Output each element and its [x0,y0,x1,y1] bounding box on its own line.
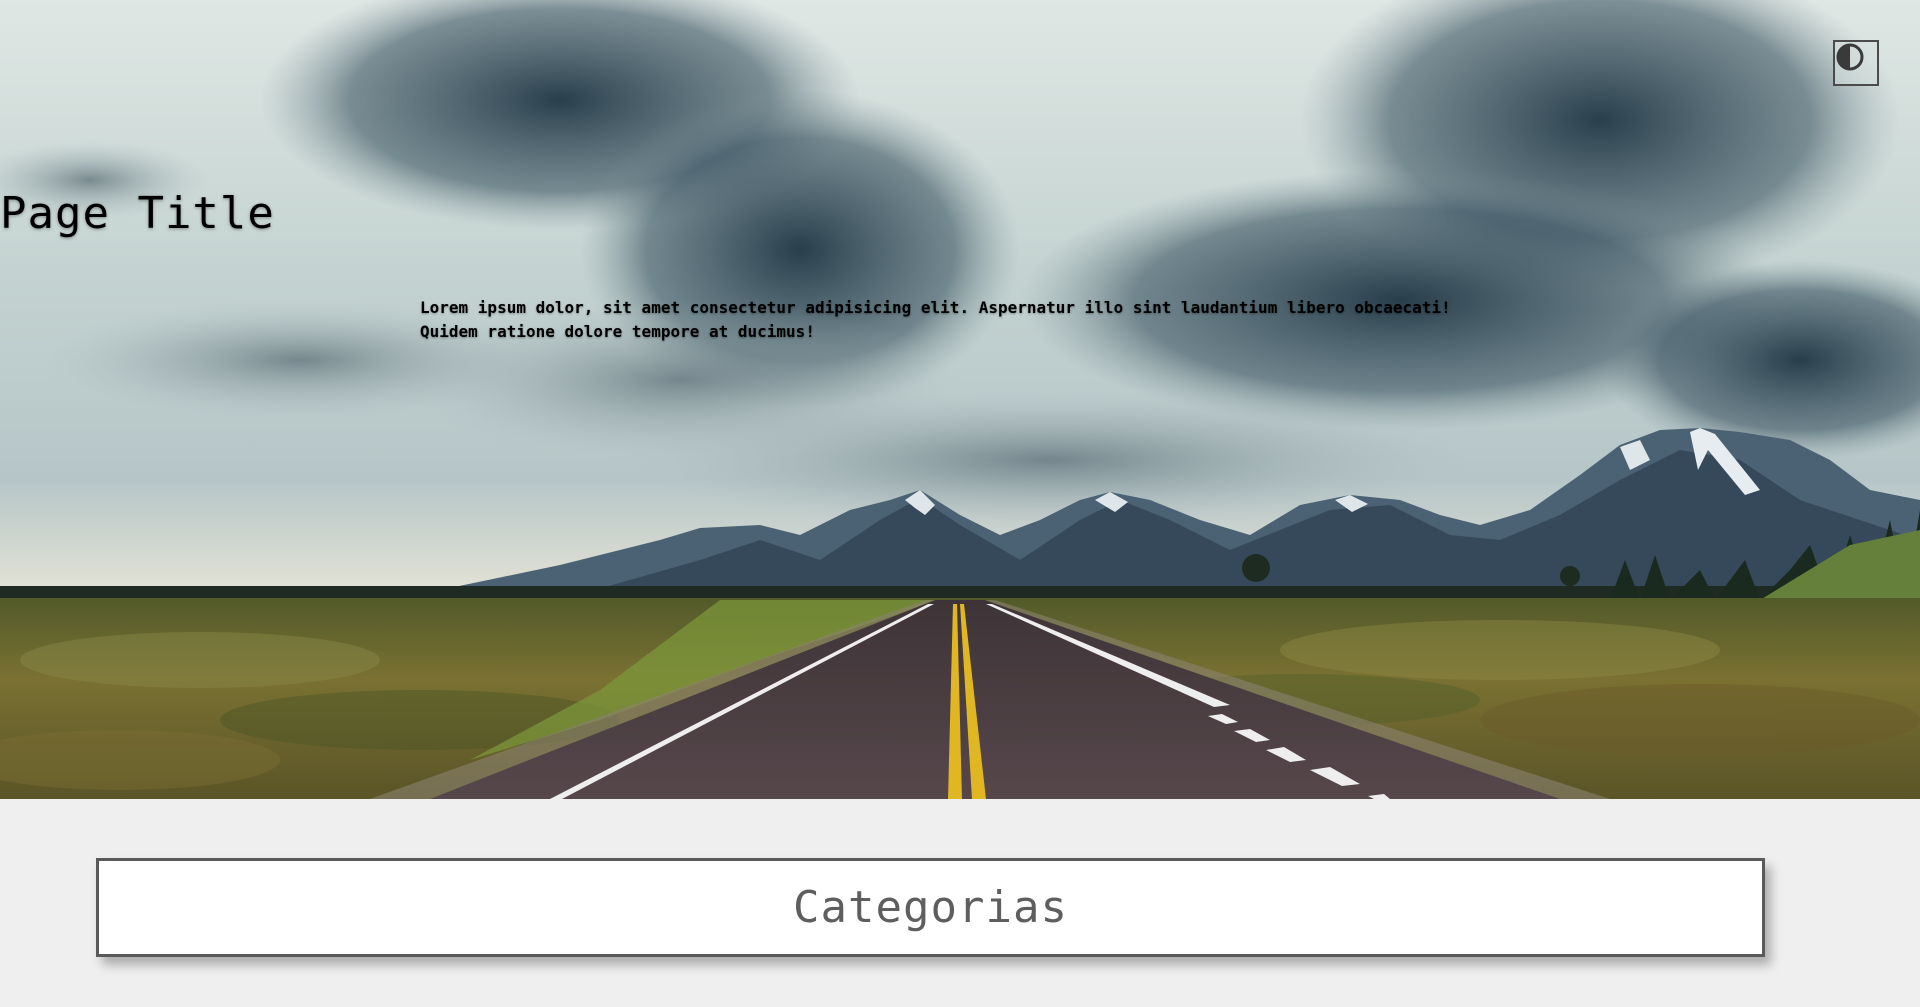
hero-subtitle: Lorem ipsum dolor, sit amet consectetur … [420,296,1500,344]
hero-subtitle-line-2: Quidem ratione dolore tempore at ducimus… [420,322,815,341]
page-title: Page Title [0,188,275,239]
contrast-icon [1836,43,1864,71]
categories-section-header[interactable]: Categorias [96,858,1765,957]
categories-label: Categorias [793,882,1068,933]
hero-background-image [0,0,1920,799]
theme-toggle-button[interactable] [1833,40,1879,86]
hero-subtitle-line-1: Lorem ipsum dolor, sit amet consectetur … [420,298,1451,317]
hero-banner: Page Title Lorem ipsum dolor, sit amet c… [0,0,1920,799]
